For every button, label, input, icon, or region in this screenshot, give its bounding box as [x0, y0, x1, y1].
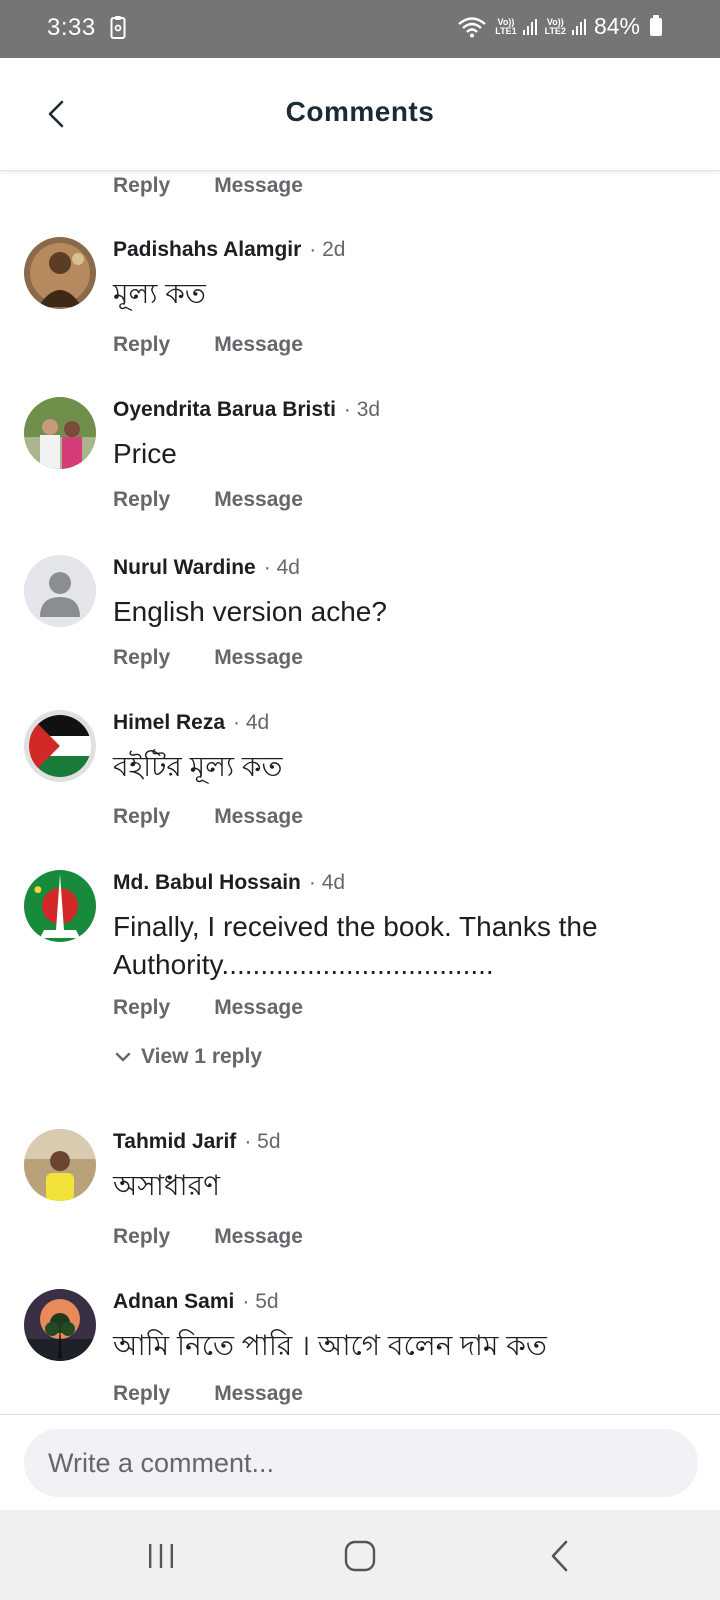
comment-actions: Reply Message — [113, 174, 303, 198]
comment-text: Price — [113, 438, 177, 469]
comment-text: English version ache? — [113, 596, 387, 627]
comment-author[interactable]: Adnan Sami — [113, 1290, 234, 1313]
clipboard-icon — [110, 16, 126, 39]
app-header: Comments — [0, 58, 720, 171]
sim1-indicator: Vo)) LTE1 — [495, 16, 517, 36]
comment-input[interactable] — [24, 1429, 698, 1497]
comment-text: বইটির মূল্য কত — [113, 751, 283, 782]
comment-text: Finally, I received the book. Thanks the… — [113, 911, 598, 980]
message-button[interactable]: Message — [214, 333, 303, 357]
signal-icon — [571, 18, 586, 35]
comment-time: 5d — [242, 1290, 278, 1313]
comment-time: 4d — [264, 556, 300, 579]
comment-actions: Reply Message — [113, 805, 303, 829]
avatar[interactable] — [24, 1289, 96, 1361]
view-replies-button[interactable]: View 1 reply — [115, 1045, 262, 1069]
comment-actions: Reply Message — [113, 1225, 303, 1249]
avatar[interactable] — [24, 237, 96, 309]
message-button[interactable]: Message — [214, 174, 303, 198]
wifi-icon — [458, 16, 487, 37]
reply-button[interactable]: Reply — [113, 333, 170, 357]
comment-actions: Reply Message — [113, 646, 303, 670]
reply-button[interactable]: Reply — [113, 488, 170, 512]
reply-button[interactable]: Reply — [113, 996, 170, 1020]
recents-icon[interactable] — [146, 1538, 176, 1574]
comment-list[interactable]: Reply Message Padishahs Alamgir 2d মূল্য ক… — [0, 171, 720, 1414]
page-title: Comments — [285, 96, 435, 127]
avatar[interactable] — [24, 710, 96, 782]
message-button[interactable]: Message — [214, 805, 303, 829]
comment-author[interactable]: Himel Reza — [113, 711, 225, 734]
comment-time: 4d — [233, 711, 269, 734]
comment-author[interactable]: Nurul Wardine — [113, 556, 256, 579]
svg-text:●: ● — [34, 885, 42, 895]
comment-text: আমি নিতে পারি । আগে বলেন দাম কত — [113, 1330, 547, 1361]
system-nav-bar — [0, 1510, 720, 1600]
comment-actions: Reply Message — [113, 488, 303, 512]
comment-text: অসাধারণ — [113, 1170, 221, 1201]
home-icon[interactable] — [342, 1538, 378, 1574]
nav-back-icon[interactable] — [548, 1538, 572, 1574]
battery-percent: 84% — [593, 13, 640, 39]
avatar[interactable]: ● — [24, 870, 96, 942]
chevron-down-icon — [115, 1052, 131, 1062]
comment-actions: Reply Message — [113, 333, 303, 357]
reply-button[interactable]: Reply — [113, 1382, 170, 1406]
reply-button[interactable]: Reply — [113, 646, 170, 670]
reply-button[interactable]: Reply — [113, 174, 170, 198]
comment-author[interactable]: Padishahs Alamgir — [113, 238, 301, 261]
view-replies-label: View 1 reply — [141, 1045, 263, 1068]
comment-actions: Reply Message — [113, 1382, 303, 1406]
comment-time: 3d — [344, 398, 380, 421]
comment-author[interactable]: Tahmid Jarif — [113, 1130, 236, 1153]
message-button[interactable]: Message — [214, 1382, 303, 1406]
status-icons: Vo)) LTE1 Vo)) LTE2 84% — [457, 13, 662, 40]
avatar[interactable] — [24, 397, 96, 469]
comment-time: 4d — [309, 871, 345, 894]
reply-button[interactable]: Reply — [113, 805, 170, 829]
message-button[interactable]: Message — [214, 1225, 303, 1249]
battery-icon — [650, 14, 662, 36]
reply-button[interactable]: Reply — [113, 1225, 170, 1249]
signal-icon — [522, 18, 537, 35]
comment-composer — [0, 1414, 720, 1511]
comment-time: 2d — [309, 238, 345, 261]
comment-text: মূল্য কত — [113, 278, 206, 309]
comment-time: 5d — [244, 1130, 280, 1153]
avatar[interactable] — [24, 1129, 96, 1201]
message-button[interactable]: Message — [214, 488, 303, 512]
comment-actions: Reply Message — [113, 996, 303, 1020]
message-button[interactable]: Message — [214, 646, 303, 670]
status-bar: 3:33 Vo)) LTE1 Vo)) LTE2 84% — [0, 0, 720, 58]
avatar-placeholder[interactable] — [24, 555, 96, 627]
comment-author[interactable]: Oyendrita Barua Bristi — [113, 398, 336, 421]
sim2-indicator: Vo)) LTE2 — [544, 16, 566, 36]
comment-author[interactable]: Md. Babul Hossain — [113, 871, 301, 894]
message-button[interactable]: Message — [214, 996, 303, 1020]
status-time: 3:33 — [47, 14, 96, 41]
